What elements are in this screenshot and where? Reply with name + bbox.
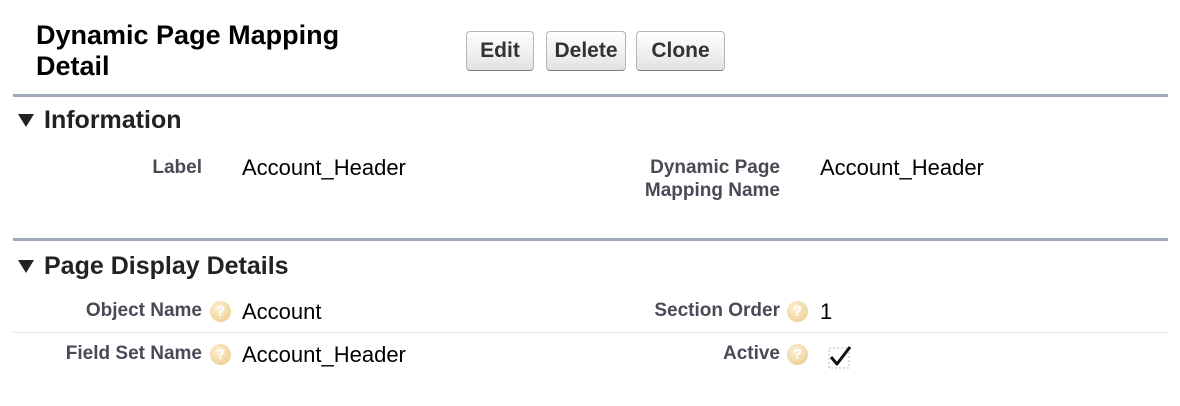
section-divider xyxy=(13,238,1168,241)
triangle-down-icon[interactable] xyxy=(18,260,34,273)
field-label-active: Active xyxy=(722,343,780,364)
help-icon[interactable]: ? xyxy=(787,344,808,365)
field-value-mapping-name: Account_Header xyxy=(820,155,984,180)
field-value-field-set-name: Account_Header xyxy=(242,342,406,367)
checkmark-icon xyxy=(828,346,852,369)
edit-button[interactable]: Edit xyxy=(466,31,534,71)
row-divider xyxy=(13,332,1168,333)
page-title: Dynamic Page Mapping Detail xyxy=(36,20,340,81)
section-divider xyxy=(13,94,1168,97)
field-label-field-set-name: Field Set Name xyxy=(65,343,202,364)
field-label-mapping-name: Dynamic Page Mapping Name xyxy=(644,157,780,201)
help-icon[interactable]: ? xyxy=(210,301,231,322)
section-title: Information xyxy=(44,106,182,134)
delete-button[interactable]: Delete xyxy=(546,31,626,71)
field-value-object-name: Account xyxy=(242,299,322,324)
section-title: Page Display Details xyxy=(44,252,289,280)
help-icon[interactable]: ? xyxy=(787,301,808,322)
help-icon[interactable]: ? xyxy=(210,344,231,365)
field-label-object-name: Object Name xyxy=(85,300,202,321)
clone-button[interactable]: Clone xyxy=(636,31,725,71)
field-label-label: Label xyxy=(152,157,202,178)
triangle-down-icon[interactable] xyxy=(18,114,34,127)
field-label-section-order: Section Order xyxy=(654,300,780,321)
field-value-section-order: 1 xyxy=(820,299,833,324)
field-value-label: Account_Header xyxy=(242,155,406,180)
section-header-information[interactable]: Information xyxy=(18,106,182,135)
section-header-page-display[interactable]: Page Display Details xyxy=(18,252,289,281)
